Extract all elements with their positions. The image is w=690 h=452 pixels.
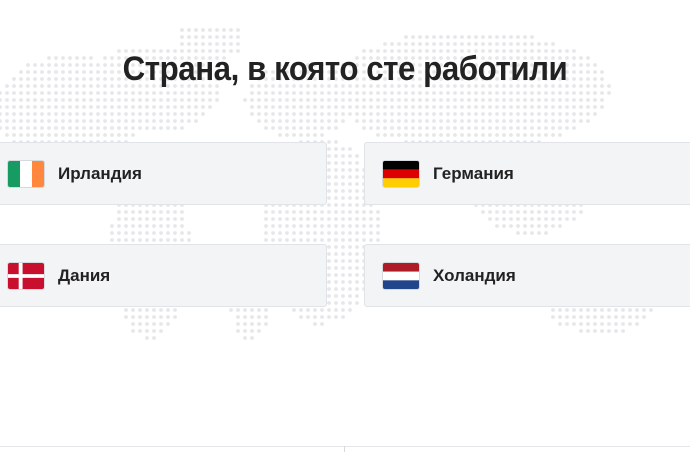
country-label: Ирландия [58,163,142,183]
divider-tick [344,446,345,452]
country-label: Дания [58,265,111,285]
ireland-flag-icon [7,159,45,188]
country-selection-page: Страна, в която сте работили Ирландия Ге… [0,0,690,452]
country-option-netherlands[interactable]: Холандия [364,244,690,307]
country-label: Холандия [433,265,516,285]
page-title: Страна, в която сте работили [122,50,568,88]
denmark-flag-icon [7,261,45,290]
country-label: Германия [433,163,514,183]
netherlands-flag-icon [382,261,420,290]
germany-flag-icon [382,159,420,188]
country-option-ireland[interactable]: Ирландия [0,142,327,205]
country-option-denmark[interactable]: Дания [0,244,327,307]
section-divider [0,446,690,447]
country-option-germany[interactable]: Германия [364,142,690,205]
